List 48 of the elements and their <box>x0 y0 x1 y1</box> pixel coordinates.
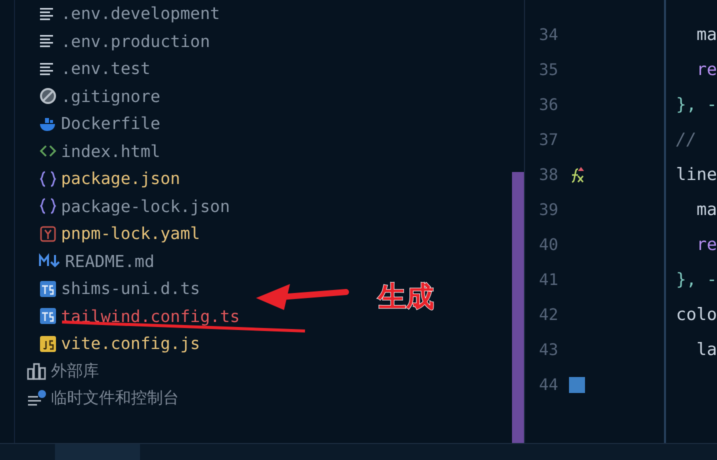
file-name[interactable]: tailwind.config.ts <box>61 306 240 326</box>
code-line: ma <box>696 200 717 220</box>
ignore-file-icon <box>39 87 57 106</box>
file-name[interactable]: .env.development <box>61 4 220 24</box>
scratch-list-icon <box>27 390 47 408</box>
tree-node[interactable]: 外部库 <box>51 360 99 382</box>
code-line: re <box>696 60 717 80</box>
file-name[interactable]: shims-uni.d.ts <box>61 279 200 298</box>
line-number: 42 <box>539 305 560 324</box>
file-name[interactable]: .gitignore <box>61 86 160 106</box>
annotation-label: 生成 <box>378 279 434 315</box>
line-number: 41 <box>539 270 560 289</box>
code-line: line <box>676 164 717 184</box>
braces-icon <box>39 197 57 216</box>
typescript-file-icon <box>39 307 57 326</box>
line-number: 35 <box>539 60 560 79</box>
braces-icon <box>39 170 57 188</box>
yaml-file-icon <box>39 224 57 243</box>
file-name[interactable]: pnpm-lock.yaml <box>61 224 200 244</box>
library-icon <box>27 362 47 380</box>
line-number: 40 <box>539 235 560 254</box>
line-number: 36 <box>539 95 560 114</box>
code-line: la <box>696 340 717 360</box>
line-number: 44 <box>539 375 560 394</box>
code-line: }, - <box>676 94 717 114</box>
line-number: 34 <box>539 25 560 44</box>
tab-highlight[interactable] <box>55 444 140 460</box>
line-number: 39 <box>539 200 560 219</box>
file-name[interactable]: .env.test <box>61 59 150 78</box>
file-name[interactable]: index.html <box>61 142 160 161</box>
file-name[interactable]: .env.production <box>61 32 210 51</box>
file-name[interactable]: vite.config.js <box>61 334 200 354</box>
typescript-file-icon <box>39 280 57 298</box>
tree-node[interactable]: 临时文件和控制台 <box>51 388 179 410</box>
line-number: 43 <box>539 340 560 359</box>
function-override-icon <box>569 166 586 184</box>
code-line: ma <box>696 24 717 44</box>
code-line: colo <box>676 304 717 324</box>
file-name[interactable]: Dockerfile <box>61 114 160 134</box>
line-number: 37 <box>539 130 560 149</box>
javascript-file-icon <box>39 334 57 353</box>
file-name[interactable]: package-lock.json <box>61 196 230 216</box>
code-line: }, - <box>676 270 717 290</box>
file-name[interactable]: package.json <box>61 169 180 188</box>
file-name[interactable]: README.md <box>65 252 154 271</box>
code-line: // <box>676 130 698 150</box>
line-number: 38 <box>539 165 560 184</box>
code-line: re <box>696 234 717 254</box>
